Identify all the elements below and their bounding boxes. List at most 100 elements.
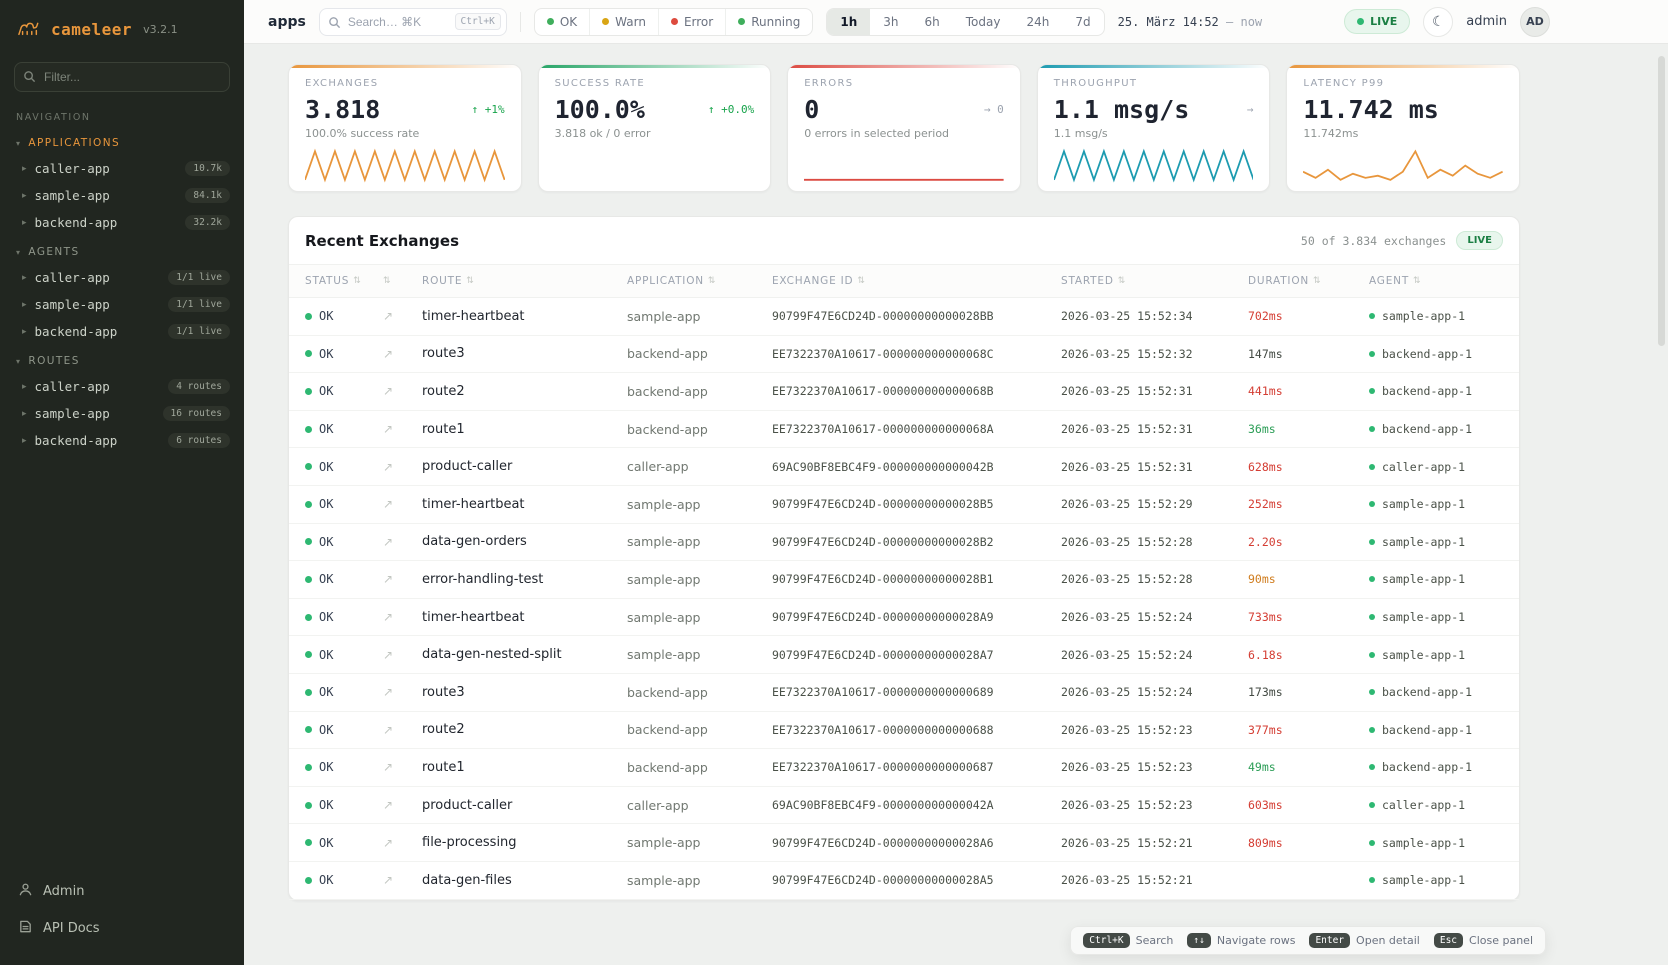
avatar[interactable]: AD	[1520, 7, 1550, 37]
expand-row-icon[interactable]: ↗	[383, 347, 422, 361]
expand-row-icon[interactable]: ↗	[383, 798, 422, 812]
dark-mode-toggle[interactable]: ☾	[1423, 7, 1453, 37]
expand-row-icon[interactable]: ↗	[383, 760, 422, 774]
time-range-24h[interactable]: 24h	[1013, 9, 1062, 35]
table-row[interactable]: OK↗error-handling-testsample-app90799F47…	[289, 561, 1519, 599]
expand-row-icon[interactable]: ↗	[383, 497, 422, 511]
table-row[interactable]: OK↗timer-heartbeatsample-app90799F47E6CD…	[289, 298, 1519, 336]
chevron-right-icon: ▸	[22, 409, 27, 419]
live-toggle[interactable]: LIVE	[1344, 9, 1410, 34]
sidebar-item-routes-caller-app[interactable]: ▸caller-app4 routes	[0, 373, 244, 400]
kpi-accent-bar	[539, 65, 771, 68]
status-dot	[738, 18, 745, 25]
filter-input[interactable]	[14, 62, 230, 92]
table-row[interactable]: OK↗data-gen-nested-splitsample-app90799F…	[289, 636, 1519, 674]
column-header-route[interactable]: ROUTE⇅	[422, 275, 627, 287]
sidebar-item-routes-sample-app[interactable]: ▸sample-app16 routes	[0, 400, 244, 427]
expand-row-icon[interactable]: ↗	[383, 648, 422, 662]
item-label: backend-app	[35, 433, 169, 448]
sidebar-item-applications-sample-app[interactable]: ▸sample-app84.1k	[0, 182, 244, 209]
agent-cell: sample-app-1	[1369, 836, 1503, 850]
nav-section-agents[interactable]: ▾AGENTS	[0, 236, 244, 264]
agent-cell: sample-app-1	[1369, 572, 1503, 586]
sidebar-item-agents-backend-app[interactable]: ▸backend-app1/1 live	[0, 318, 244, 345]
footer-item-api-docs[interactable]: API Docs	[0, 910, 244, 947]
time-range-today[interactable]: Today	[953, 9, 1014, 35]
expand-row-icon[interactable]: ↗	[383, 384, 422, 398]
table-row[interactable]: OK↗timer-heartbeatsample-app90799F47E6CD…	[289, 486, 1519, 524]
sidebar-item-agents-sample-app[interactable]: ▸sample-app1/1 live	[0, 291, 244, 318]
sidebar-item-applications-caller-app[interactable]: ▸caller-app10.7k	[0, 155, 244, 182]
status-ok-dot	[305, 839, 312, 846]
app-logo[interactable]: cameleer v3.2.1	[0, 0, 244, 52]
started-cell: 2026-03-25 15:52:32	[1061, 347, 1248, 361]
table-row[interactable]: OK↗data-gen-orderssample-app90799F47E6CD…	[289, 524, 1519, 562]
table-row[interactable]: OK↗route1backend-appEE7322370A10617-0000…	[289, 749, 1519, 787]
status-ok-dot	[305, 501, 312, 508]
scrollbar-thumb[interactable]	[1658, 56, 1665, 346]
started-cell: 2026-03-25 15:52:24	[1061, 610, 1248, 624]
expand-row-icon[interactable]: ↗	[383, 685, 422, 699]
kpi-value: 1.1 msg/s	[1054, 95, 1189, 124]
expand-row-icon[interactable]: ↗	[383, 610, 422, 624]
sidebar-item-routes-backend-app[interactable]: ▸backend-app6 routes	[0, 427, 244, 454]
time-range-7d[interactable]: 7d	[1062, 9, 1103, 35]
table-row[interactable]: OK↗file-processingsample-app90799F47E6CD…	[289, 824, 1519, 862]
column-header-started[interactable]: STARTED⇅	[1061, 275, 1248, 287]
status-dot	[602, 18, 609, 25]
status-filter-warn[interactable]: Warn	[589, 9, 658, 35]
time-range-1h[interactable]: 1h	[827, 9, 870, 35]
status-filter-ok[interactable]: OK	[535, 9, 589, 35]
table-row[interactable]: OK↗timer-heartbeatsample-app90799F47E6CD…	[289, 599, 1519, 637]
table-row[interactable]: OK↗product-callercaller-app69AC90BF8EBC4…	[289, 787, 1519, 825]
route-cell: file-processing	[422, 835, 627, 850]
column-header-exchange-id[interactable]: EXCHANGE ID⇅	[772, 275, 1061, 287]
table-row[interactable]: OK↗route3backend-appEE7322370A10617-0000…	[289, 336, 1519, 374]
status-cell: OK	[305, 422, 383, 436]
time-range-6h[interactable]: 6h	[912, 9, 953, 35]
status-ok-dot	[305, 726, 312, 733]
expand-row-icon[interactable]: ↗	[383, 422, 422, 436]
table-row[interactable]: OK↗route1backend-appEE7322370A10617-0000…	[289, 411, 1519, 449]
duration-cell: 252ms	[1248, 497, 1369, 511]
context-apps[interactable]: apps	[268, 14, 306, 30]
expand-row-icon[interactable]: ↗	[383, 535, 422, 549]
kpi-subtitle: 0 errors in selected period	[804, 127, 1004, 140]
expand-row-icon[interactable]: ↗	[383, 572, 422, 586]
column-header-application[interactable]: APPLICATION⇅	[627, 275, 772, 287]
expand-row-icon[interactable]: ↗	[383, 460, 422, 474]
table-row[interactable]: OK↗route2backend-appEE7322370A10617-0000…	[289, 712, 1519, 750]
sidebar-item-agents-caller-app[interactable]: ▸caller-app1/1 live	[0, 264, 244, 291]
route-cell: product-caller	[422, 459, 627, 474]
column-header-status[interactable]: STATUS⇅	[305, 275, 383, 287]
expand-row-icon[interactable]: ↗	[383, 723, 422, 737]
application-cell: backend-app	[627, 346, 772, 361]
time-range-3h[interactable]: 3h	[870, 9, 911, 35]
global-search: Ctrl+K	[319, 8, 507, 36]
expand-row-icon[interactable]: ↗	[383, 873, 422, 887]
nav-section-routes[interactable]: ▾ROUTES	[0, 345, 244, 373]
exchange-id-cell: EE7322370A10617-0000000000000687	[772, 760, 1061, 774]
table-row[interactable]: OK↗route3backend-appEE7322370A10617-0000…	[289, 674, 1519, 712]
column-header-duration[interactable]: DURATION⇅	[1248, 275, 1369, 287]
table-row[interactable]: OK↗route2backend-appEE7322370A10617-0000…	[289, 373, 1519, 411]
application-cell: backend-app	[627, 685, 772, 700]
status-filter-running[interactable]: Running	[725, 9, 812, 35]
expand-row-icon[interactable]: ↗	[383, 836, 422, 850]
started-cell: 2026-03-25 15:52:31	[1061, 384, 1248, 398]
status-filter-error[interactable]: Error	[658, 9, 725, 35]
item-label: caller-app	[35, 270, 169, 285]
agent-cell: sample-app-1	[1369, 648, 1503, 662]
footer-item-admin[interactable]: Admin	[0, 873, 244, 910]
expand-row-icon[interactable]: ↗	[383, 309, 422, 323]
column-header-agent[interactable]: AGENT⇅	[1369, 275, 1503, 287]
column-header-expand[interactable]: ⇅	[383, 276, 422, 286]
table-row[interactable]: OK↗data-gen-filessample-app90799F47E6CD2…	[289, 862, 1519, 900]
nav-section-applications[interactable]: ▾APPLICATIONS	[0, 127, 244, 155]
route-cell: route1	[422, 422, 627, 437]
table-row[interactable]: OK↗product-callercaller-app69AC90BF8EBC4…	[289, 448, 1519, 486]
datetime-range[interactable]: 25. März 14:52 — now	[1118, 15, 1263, 29]
sidebar-item-applications-backend-app[interactable]: ▸backend-app32.2k	[0, 209, 244, 236]
sort-icon: ⇅	[1118, 276, 1126, 286]
agent-dot	[1369, 652, 1375, 658]
